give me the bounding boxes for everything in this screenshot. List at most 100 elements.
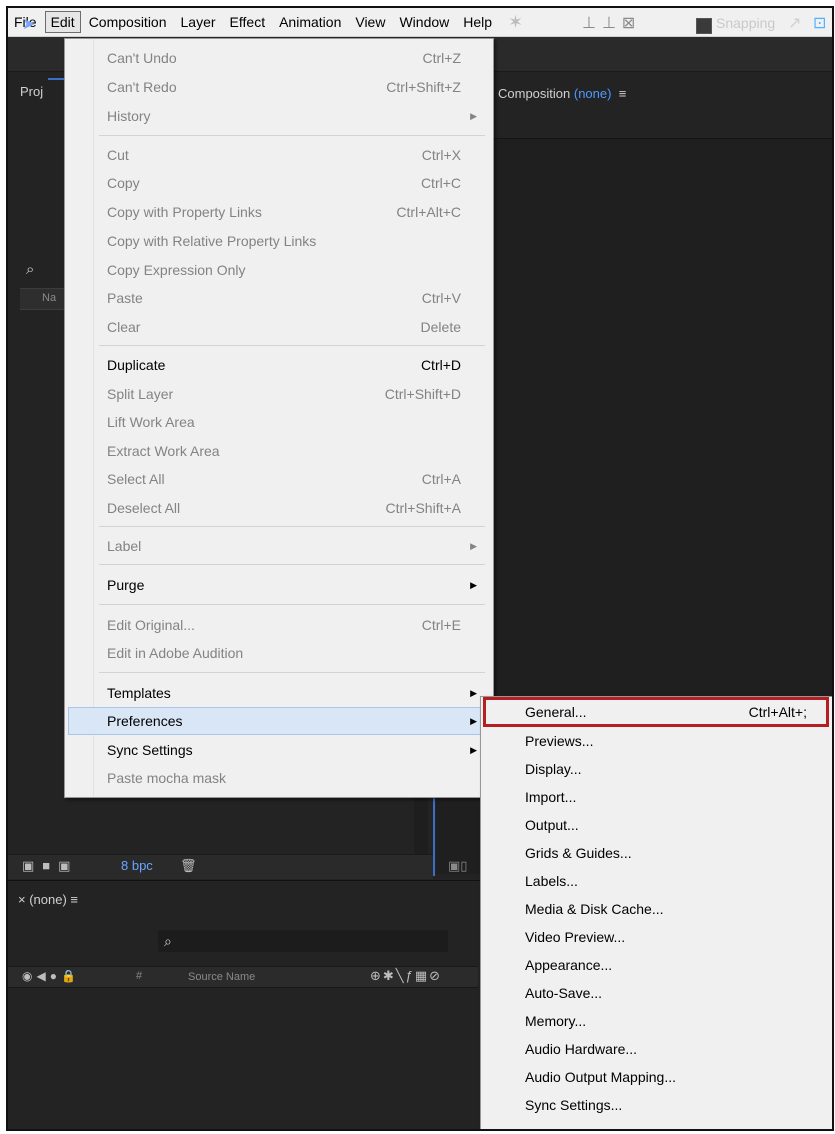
- menu-item-shortcut: Ctrl+D: [420, 357, 461, 373]
- submenu-arrow-icon: ▶: [470, 688, 477, 698]
- snap-edges-icon[interactable]: ↗: [788, 13, 801, 33]
- menu-item-shortcut: Delete: [420, 319, 461, 335]
- menu-item-shortcut: Ctrl+Shift+Z: [386, 79, 461, 95]
- menu-composition[interactable]: Composition: [83, 12, 173, 32]
- submenu-arrow-icon: ▶: [470, 580, 477, 590]
- pref-item-label: Previews...: [525, 733, 594, 749]
- trash-icon[interactable]: 🗑: [180, 858, 197, 874]
- edit-menu-dropdown: Can't Undo Ctrl+Z Can't Redo Ctrl+Shift+Z …: [64, 38, 494, 798]
- menu-item-cut[interactable]: Cut Ctrl+X: [69, 142, 487, 168]
- puppet-pin-tool-icon[interactable]: ✶: [508, 12, 523, 33]
- menu-item-preferences[interactable]: Preferences ▶: [68, 707, 488, 735]
- menu-item-deselect-all[interactable]: Deselect All Ctrl+Shift+A: [69, 495, 487, 521]
- selection-tool-icon[interactable]: ➤: [22, 14, 42, 34]
- composition-footer-icons[interactable]: ▣▯: [448, 858, 467, 874]
- menu-animation[interactable]: Animation: [273, 12, 347, 32]
- pref-item-label: Appearance...: [525, 957, 613, 973]
- menu-item-duplicate[interactable]: Duplicate Ctrl+D: [69, 352, 487, 378]
- pref-item-label: Display...: [525, 761, 582, 777]
- pref-item-grids-guides[interactable]: Grids & Guides...: [481, 839, 832, 867]
- name-column-label[interactable]: Na: [42, 292, 56, 304]
- menu-item-copy-relative-links[interactable]: Copy with Relative Property Links: [69, 228, 487, 254]
- timeline-search-input[interactable]: [158, 930, 448, 952]
- menu-item-clear[interactable]: Clear Delete: [69, 314, 487, 340]
- source-name-header[interactable]: Source Name: [188, 971, 255, 983]
- menu-item-label: Extract Work Area: [107, 443, 220, 459]
- menu-item-label: Deselect All: [107, 500, 181, 516]
- pref-item-sync-settings[interactable]: Sync Settings...: [481, 1091, 832, 1119]
- menu-item-copy-expression-only[interactable]: Copy Expression Only: [69, 257, 487, 283]
- menu-window[interactable]: Window: [393, 12, 455, 32]
- menu-item-copy[interactable]: Copy Ctrl+C: [69, 170, 487, 196]
- menu-item-label-submenu[interactable]: Label ▶: [69, 533, 487, 559]
- menu-item-edit-in-audition[interactable]: Edit in Adobe Audition: [69, 640, 487, 666]
- snapping-checkbox[interactable]: [696, 18, 712, 34]
- menu-view[interactable]: View: [349, 12, 391, 32]
- search-icon[interactable]: ⌕: [164, 933, 172, 950]
- axis-mode-icons[interactable]: ⊥⊥⊠: [582, 13, 641, 33]
- composition-tab-row: [436, 74, 832, 139]
- menu-item-cant-undo[interactable]: Can't Undo Ctrl+Z: [69, 45, 487, 71]
- menu-item-label: Purge: [107, 577, 145, 593]
- menu-item-copy-with-property-links[interactable]: Copy with Property Links Ctrl+Alt+C: [69, 199, 487, 225]
- composition-tab[interactable]: Composition (none) ≡: [498, 86, 626, 101]
- snapping-label: Snapping: [716, 15, 776, 31]
- menu-item-cant-redo[interactable]: Can't Redo Ctrl+Shift+Z: [69, 74, 487, 100]
- menu-item-sync-settings[interactable]: Sync Settings ▶: [69, 737, 487, 763]
- menu-item-purge[interactable]: Purge ▶: [69, 572, 487, 598]
- pref-item-label: Output...: [525, 817, 579, 833]
- menu-item-shortcut: Ctrl+X: [421, 147, 461, 163]
- project-footer-icons[interactable]: ▣■▣: [22, 858, 78, 874]
- menu-layer[interactable]: Layer: [175, 12, 222, 32]
- snap-features-icon[interactable]: ⊡: [813, 13, 826, 33]
- menu-item-lift-work-area[interactable]: Lift Work Area: [69, 409, 487, 435]
- menu-item-history[interactable]: History ▶: [69, 103, 487, 129]
- preferences-submenu: General... Ctrl+Alt+; Previews... Display…: [480, 696, 832, 1129]
- menu-item-label: Cut: [107, 147, 129, 163]
- pref-item-media-disk-cache[interactable]: Media & Disk Cache...: [481, 895, 832, 923]
- pref-item-shortcut: Ctrl+Alt+;: [748, 704, 807, 720]
- pref-item-label: Sync Settings...: [525, 1097, 623, 1113]
- pref-item-display[interactable]: Display...: [481, 755, 832, 783]
- panel-menu-icon[interactable]: ≡: [619, 86, 627, 101]
- menu-effect[interactable]: Effect: [224, 12, 272, 32]
- menu-item-label: History: [107, 108, 151, 124]
- pref-item-audio-output-mapping[interactable]: Audio Output Mapping...: [481, 1063, 832, 1091]
- menu-item-templates[interactable]: Templates ▶: [69, 680, 487, 706]
- pref-item-general[interactable]: General... Ctrl+Alt+;: [481, 698, 832, 726]
- menu-item-extract-work-area[interactable]: Extract Work Area: [69, 438, 487, 464]
- menu-item-edit-original[interactable]: Edit Original... Ctrl+E: [69, 612, 487, 638]
- composition-tab-label: Composition: [498, 86, 574, 101]
- menu-item-label: Edit Original...: [107, 617, 195, 633]
- pref-item-audio-hardware[interactable]: Audio Hardware...: [481, 1035, 832, 1063]
- pref-item-memory[interactable]: Memory...: [481, 1007, 832, 1035]
- bit-depth-button[interactable]: 8 bpc: [121, 858, 153, 873]
- menu-separator: [99, 564, 485, 565]
- pref-item-appearance[interactable]: Appearance...: [481, 951, 832, 979]
- menu-item-label: Split Layer: [107, 386, 174, 402]
- menu-item-shortcut: Ctrl+Shift+D: [384, 386, 461, 402]
- menu-item-split-layer[interactable]: Split Layer Ctrl+Shift+D: [69, 381, 487, 407]
- menu-edit[interactable]: Edit: [44, 11, 81, 33]
- pref-item-labels[interactable]: Labels...: [481, 867, 832, 895]
- pref-item-video-preview[interactable]: Video Preview...: [481, 923, 832, 951]
- menu-separator: [99, 672, 485, 673]
- menu-item-shortcut: Ctrl+Shift+A: [385, 500, 461, 516]
- menu-help[interactable]: Help: [457, 12, 498, 32]
- layer-switches-icons[interactable]: ⊕✱╲ƒ▦⊘: [370, 968, 442, 984]
- pref-item-import[interactable]: Import...: [481, 783, 832, 811]
- project-tab[interactable]: Proj: [20, 84, 43, 99]
- search-icon[interactable]: ⌕: [26, 261, 34, 278]
- menu-item-paste-mocha-mask[interactable]: Paste mocha mask: [69, 765, 487, 791]
- pref-item-output[interactable]: Output...: [481, 811, 832, 839]
- menu-item-label: Sync Settings: [107, 742, 193, 758]
- timeline-tab[interactable]: × (none) ≡: [18, 892, 78, 907]
- pref-item-auto-save[interactable]: Auto-Save...: [481, 979, 832, 1007]
- pref-item-previews[interactable]: Previews...: [481, 727, 832, 755]
- pref-item-label: Audio Hardware...: [525, 1041, 638, 1057]
- menu-item-select-all[interactable]: Select All Ctrl+A: [69, 466, 487, 492]
- layer-switch-icons[interactable]: ◉◀●🔒: [22, 969, 80, 983]
- menu-item-paste[interactable]: Paste Ctrl+V: [69, 285, 487, 311]
- menu-item-label: Preferences: [107, 713, 183, 729]
- menu-item-shortcut: Ctrl+V: [421, 290, 461, 306]
